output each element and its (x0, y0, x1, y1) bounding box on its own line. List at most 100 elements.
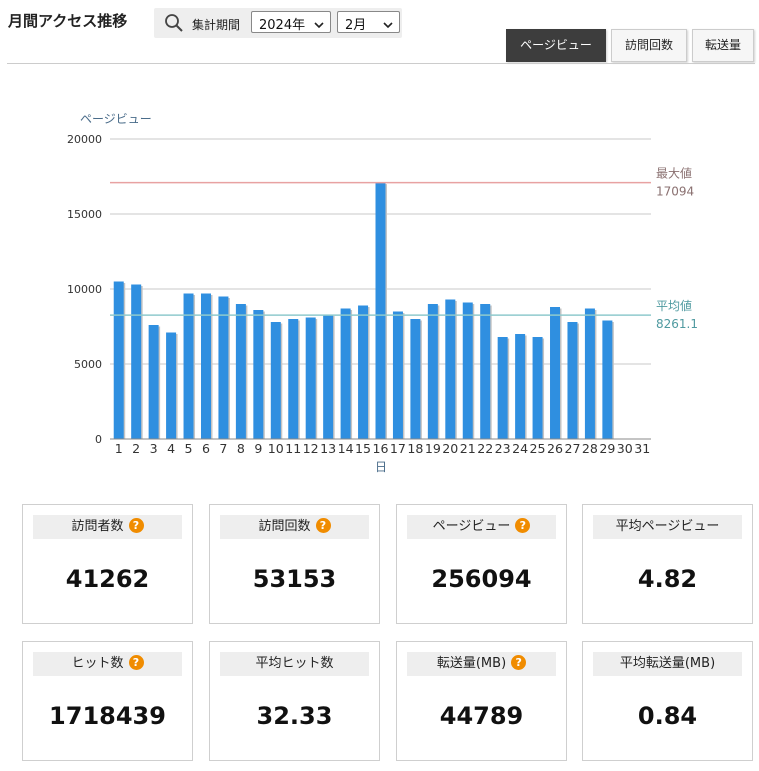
stat-label-text: 転送量(MB) (436, 656, 507, 671)
year-select-value: 2024年 (259, 18, 306, 33)
x-tick-label: 20 (442, 442, 458, 456)
x-tick-label: 4 (167, 442, 175, 456)
stat-value: 256094 (431, 565, 532, 593)
stat-label: 平均ヒット数 (220, 652, 369, 676)
x-tick-label: 29 (599, 442, 615, 456)
bar (567, 322, 578, 439)
average-label: 平均値 (656, 298, 692, 313)
x-tick-label: 2 (132, 442, 140, 456)
x-tick-label: 26 (547, 442, 563, 456)
x-tick-label: 3 (150, 442, 158, 456)
x-tick-label: 12 (303, 442, 319, 456)
x-tick-label: 11 (285, 442, 301, 456)
bar (235, 304, 246, 439)
stat-card: 転送量(MB)? 44789 (396, 641, 567, 761)
x-axis-title: 日 (375, 460, 387, 474)
stat-card: 平均転送量(MB) 0.84 (582, 641, 753, 761)
stat-value: 32.33 (256, 702, 333, 730)
y-tick-label: 5000 (74, 358, 102, 371)
help-icon[interactable]: ? (128, 518, 144, 533)
stat-label-text: ヒット数 (71, 656, 124, 671)
y-tick-label: 10000 (67, 283, 102, 296)
x-tick-label: 24 (512, 442, 528, 456)
x-tick-label: 31 (634, 442, 650, 456)
stat-label: 平均転送量(MB) (593, 652, 742, 676)
y-tick-label: 0 (95, 433, 102, 446)
month-select[interactable]: 2月 (337, 11, 400, 33)
bar (166, 332, 177, 439)
search-icon[interactable] (164, 13, 184, 37)
month-select-value: 2月 (345, 18, 367, 33)
chevron-down-icon (314, 18, 324, 33)
stat-label-text: ページビュー (432, 519, 511, 534)
bar (358, 305, 369, 439)
bar (288, 319, 299, 439)
x-tick-label: 7 (219, 442, 227, 456)
stat-card: ページビュー? 256094 (396, 504, 567, 624)
tab-visits[interactable]: 訪問回数 (611, 29, 687, 62)
stat-label-text: 平均転送量(MB) (619, 656, 716, 671)
stat-card: 平均ヒット数 32.33 (209, 641, 380, 761)
bar (445, 299, 456, 439)
help-icon[interactable]: ? (315, 518, 331, 533)
stat-label-text: 訪問者数 (71, 519, 124, 534)
x-tick-label: 13 (320, 442, 336, 456)
bar (427, 304, 438, 439)
bar (462, 302, 473, 439)
max-label: 最大値 (656, 166, 692, 181)
bar (410, 319, 421, 439)
bar (602, 320, 613, 439)
max-value: 17094 (656, 185, 694, 199)
x-tick-label: 10 (268, 442, 284, 456)
header-divider (7, 63, 755, 64)
help-icon[interactable]: ? (128, 655, 144, 670)
tab-transfer[interactable]: 転送量 (692, 29, 754, 62)
stat-value: 53153 (252, 565, 337, 593)
bar (323, 314, 334, 439)
bar (497, 337, 508, 439)
stat-label: 訪問者数? (33, 515, 182, 539)
x-tick-label: 16 (373, 442, 389, 456)
y-axis-title: ページビュー (80, 112, 152, 126)
x-tick-label: 23 (495, 442, 511, 456)
bar (148, 325, 159, 439)
x-tick-label: 6 (202, 442, 210, 456)
period-label: 集計期間 (192, 18, 241, 32)
x-tick-label: 19 (425, 442, 441, 456)
x-tick-label: 25 (530, 442, 546, 456)
help-icon[interactable]: ? (511, 655, 527, 670)
x-tick-label: 17 (390, 442, 406, 456)
x-tick-label: 5 (185, 442, 193, 456)
x-tick-label: 18 (407, 442, 423, 456)
stat-label-text: 訪問回数 (258, 519, 311, 534)
bar (131, 284, 142, 439)
stat-value: 44789 (439, 702, 524, 730)
x-tick-label: 15 (355, 442, 371, 456)
bar (340, 308, 351, 439)
bar (218, 296, 229, 439)
help-icon[interactable]: ? (515, 518, 531, 533)
stat-card: 平均ページビュー 4.82 (582, 504, 753, 624)
x-tick-label: 14 (338, 442, 354, 456)
year-select[interactable]: 2024年 (251, 11, 331, 33)
stat-label-text: 平均ページビュー (615, 519, 720, 534)
x-tick-label: 30 (617, 442, 633, 456)
stat-value: 4.82 (637, 565, 698, 593)
stat-card: 訪問者数? 41262 (22, 504, 193, 624)
stat-card: 訪問回数? 53153 (209, 504, 380, 624)
bar (515, 334, 526, 439)
y-tick-label: 15000 (67, 208, 102, 221)
x-tick-label: 1 (115, 442, 123, 456)
stat-value: 0.84 (637, 702, 698, 730)
bar (113, 281, 124, 439)
x-tick-label: 28 (582, 442, 598, 456)
stat-label: ページビュー? (407, 515, 556, 539)
bar (480, 304, 491, 439)
tab-pageview[interactable]: ページビュー (506, 29, 606, 62)
bar (270, 322, 281, 439)
bar (550, 307, 561, 439)
page-title: 月間アクセス推移 (8, 12, 128, 30)
x-tick-label: 27 (564, 442, 580, 456)
stat-label-text: 平均ヒット数 (255, 656, 334, 671)
bar (584, 308, 595, 439)
